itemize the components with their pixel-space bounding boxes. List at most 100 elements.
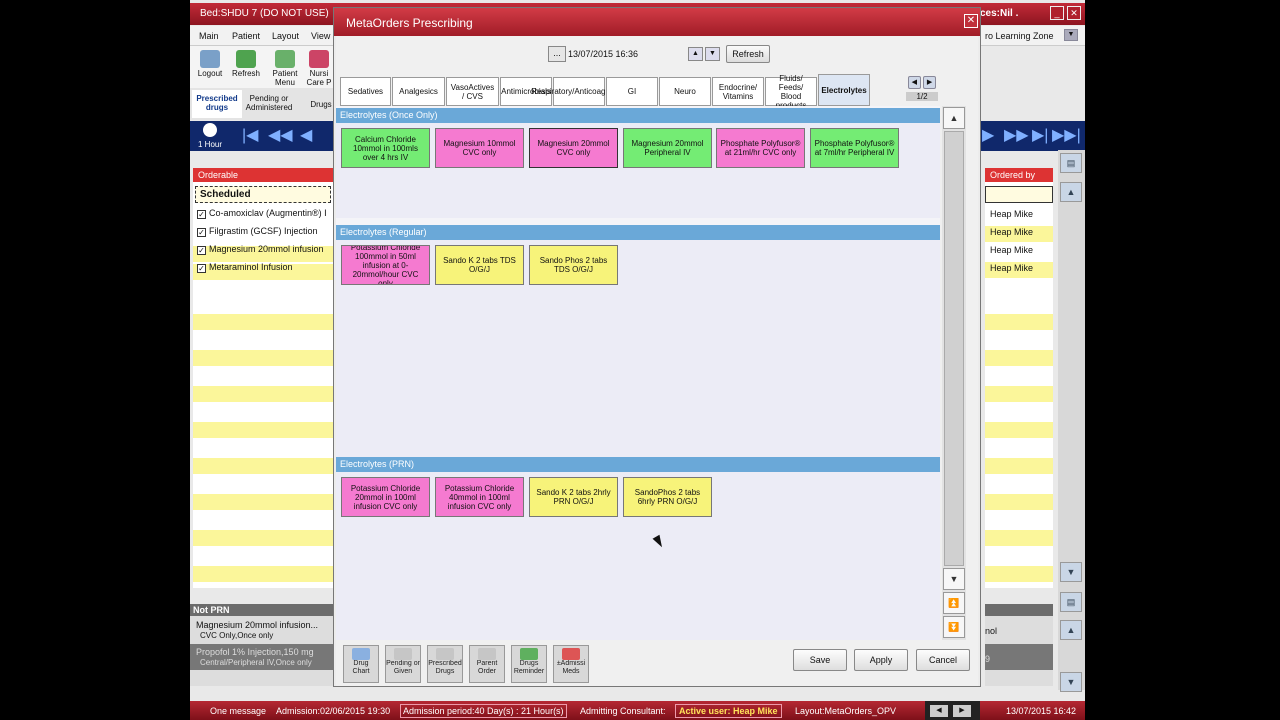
scroll-thumb[interactable] (944, 131, 964, 566)
chevron-down-icon[interactable]: ▼ (1064, 29, 1078, 41)
checkbox-icon[interactable]: ✓ (197, 228, 206, 237)
section-body-prn: Potassium Chloride 20mmol in 100ml infus… (336, 472, 940, 640)
tab-gi[interactable]: GI (606, 77, 658, 106)
date-time-field[interactable]: 13/07/2015 16:36 (568, 46, 683, 62)
scroll-up-icon[interactable]: ▲ (1060, 182, 1082, 202)
order-potassium-chloride-40mmol[interactable]: Potassium Chloride 40mmol in 100ml infus… (435, 477, 524, 517)
tab-pending-administered[interactable]: Pending or Administered (245, 90, 293, 118)
drug-name: Co-amoxiclav (Augmentin®) I (209, 208, 327, 218)
drug-row[interactable]: ✓ Magnesium 20mmol infusion (197, 244, 333, 258)
order-potassium-chloride-20mmol[interactable]: Potassium Chloride 20mmol in 100ml infus… (341, 477, 430, 517)
prescribed-drugs-label: Prescribed Drugs (428, 660, 462, 675)
menu-main[interactable]: Main (199, 31, 219, 41)
not-prn-item-name[interactable]: Magnesium 20mmol infusion... (196, 620, 318, 630)
ordered-by-header: Ordered by (985, 168, 1053, 182)
not-prn-row-selected[interactable]: Propofol 1% Injection,150 mg Central/Per… (190, 644, 335, 670)
apply-button[interactable]: Apply (854, 649, 908, 671)
order-magnesium-20mmol-cvc[interactable]: Magnesium 20mmol CVC only (529, 128, 618, 168)
row-stripe (985, 386, 1053, 402)
logout-button[interactable]: Logout (193, 48, 227, 86)
first-page-icon[interactable]: |◀ (242, 125, 258, 145)
scroll-bottom-icon[interactable]: ⏬ (943, 616, 965, 638)
minimize-icon[interactable]: _ (1050, 6, 1064, 20)
forward-icon[interactable]: ▶ (982, 125, 994, 145)
status-active-user: Active user: Heap Mike (675, 704, 782, 718)
print-icon[interactable]: ▤ (1060, 592, 1082, 612)
patient-menu-button[interactable]: Patient Menu (268, 48, 302, 87)
refresh-button[interactable]: Refresh (726, 45, 770, 63)
order-sando-phos-tds[interactable]: Sando Phos 2 tabs TDS O/G/J (529, 245, 618, 285)
patient-menu-label: Patient Menu (272, 69, 298, 87)
order-sando-k-tds[interactable]: Sando K 2 tabs TDS O/G/J (435, 245, 524, 285)
order-phosphate-7ml-peripheral[interactable]: Phosphate Polyfusor® at 7ml/hr Periphera… (810, 128, 899, 168)
end-icon[interactable]: ▶▶| (1052, 125, 1081, 145)
not-prn-item-name: Propofol 1% Injection,150 mg (196, 647, 314, 657)
drug-row[interactable]: ✓ Metaraminol Infusion (197, 262, 333, 276)
tab-sedatives[interactable]: Sedatives (340, 77, 391, 106)
tab-analgesics[interactable]: Analgesics (392, 77, 445, 106)
scroll-up-icon[interactable]: ▲ (1060, 620, 1082, 640)
not-prn-item-detail: Central/Peripheral IV,Once only (200, 658, 312, 667)
tab-respiratory-anticoagulants[interactable]: Respiratory/Anticoagulants (531, 77, 627, 106)
drugs-reminder-button[interactable]: Drugs Reminder (511, 645, 547, 683)
order-potassium-chloride-100mmol[interactable]: Potassium Chloride 100mmol in 50ml infus… (341, 245, 430, 285)
drug-chart-button[interactable]: Drug Chart (343, 645, 379, 683)
fast-forward-icon[interactable]: ▶▶ (1004, 125, 1029, 145)
order-sandophos-prn[interactable]: SandoPhos 2 tabs 6hrly PRN O/G/J (623, 477, 712, 517)
order-magnesium-20mmol-peripheral[interactable]: Magnesium 20mmol Peripheral IV (623, 128, 712, 168)
back-icon[interactable]: ◀ (300, 125, 312, 145)
section-header-prn: Electrolytes (PRN) (336, 457, 940, 472)
checkbox-icon[interactable]: ✓ (197, 264, 206, 273)
scroll-down-icon[interactable]: ▼ (1060, 672, 1082, 692)
scroll-up-icon[interactable]: ▲ (943, 107, 965, 129)
print-icon[interactable]: ▤ (1060, 153, 1082, 173)
chevron-right-icon[interactable]: ▶ (953, 705, 971, 717)
learning-zone-link[interactable]: ro Learning Zone (985, 31, 1054, 41)
chevron-right-icon[interactable]: ▶ (923, 76, 937, 89)
fast-back-icon[interactable]: ◀◀ (268, 125, 293, 145)
menu-layout[interactable]: Layout (272, 31, 299, 41)
date-picker-button[interactable]: ... (548, 46, 566, 62)
order-calcium-chloride-10mmol[interactable]: Calcium Chloride 10mmol in 100mls over 4… (341, 128, 430, 168)
order-phosphate-21ml-cvc[interactable]: Phosphate Polyfusor® at 21ml/hr CVC only (716, 128, 805, 168)
pending-given-button[interactable]: Pending or Given (385, 645, 421, 683)
tab-neuro[interactable]: Neuro (659, 77, 711, 106)
menu-patient[interactable]: Patient (232, 31, 260, 41)
cancel-button[interactable]: Cancel (916, 649, 970, 671)
order-sets-scrollbar[interactable]: ▲ ▼ ⏫ ⏬ (942, 106, 966, 640)
save-button[interactable]: Save (793, 649, 847, 671)
status-nav: ◀ ▶ (925, 701, 980, 720)
tab-fluids-feeds-blood[interactable]: Fluids/ Feeds/ Blood products (765, 74, 817, 110)
scroll-down-icon[interactable]: ▼ (1060, 562, 1082, 582)
drug-name: Filgrastim (GCSF) Injection (209, 226, 318, 236)
order-magnesium-10mmol-cvc[interactable]: Magnesium 10mmol CVC only (435, 128, 524, 168)
status-message[interactable]: One message (210, 706, 266, 716)
parent-order-button[interactable]: Parent Order (469, 645, 505, 683)
close-icon[interactable]: ✕ (964, 14, 978, 28)
tab-drugs[interactable]: Drugs (308, 90, 334, 118)
chevron-left-icon[interactable]: ◀ (907, 76, 921, 89)
spin-up-icon[interactable]: ▲ (688, 47, 703, 61)
scroll-top-icon[interactable]: ⏫ (943, 592, 965, 614)
last-page-icon[interactable]: ▶| (1032, 125, 1048, 145)
scroll-down-icon[interactable]: ▼ (943, 568, 965, 590)
tab-vasoactives-cvs[interactable]: VasoActives / CVS (446, 77, 499, 106)
menu-view[interactable]: View (311, 31, 330, 41)
drug-row[interactable]: ✓ Co-amoxiclav (Augmentin®) I (197, 208, 333, 222)
nursing-care-button[interactable]: Nursi Care P (304, 48, 334, 86)
ordered-by-name: Heap Mike (990, 263, 1034, 273)
chevron-left-icon[interactable]: ◀ (930, 705, 948, 717)
tab-prescribed-drugs[interactable]: Prescribed drugs (192, 90, 242, 118)
checkbox-icon[interactable]: ✓ (197, 210, 206, 219)
checkbox-icon[interactable]: ✓ (197, 246, 206, 255)
drug-row[interactable]: ✓ Filgrastim (GCSF) Injection (197, 226, 333, 240)
spin-down-icon[interactable]: ▼ (705, 47, 720, 61)
tab-electrolytes[interactable]: Electrolytes (818, 74, 870, 106)
tab-endocrine-vitamins[interactable]: Endocrine/ Vitamins (712, 77, 764, 106)
order-sando-k-prn[interactable]: Sando K 2 tabs 2hrly PRN O/G/J (529, 477, 618, 517)
prescribed-drugs-button[interactable]: Prescribed Drugs (427, 645, 463, 683)
admission-meds-button[interactable]: ±Admissi Meds (553, 645, 589, 683)
close-icon[interactable]: ✕ (1067, 6, 1081, 20)
refresh-toolbar-button[interactable]: Refresh (229, 48, 263, 86)
status-admission-period: Admission period:40 Day(s) : 21 Hour(s) (400, 704, 567, 718)
